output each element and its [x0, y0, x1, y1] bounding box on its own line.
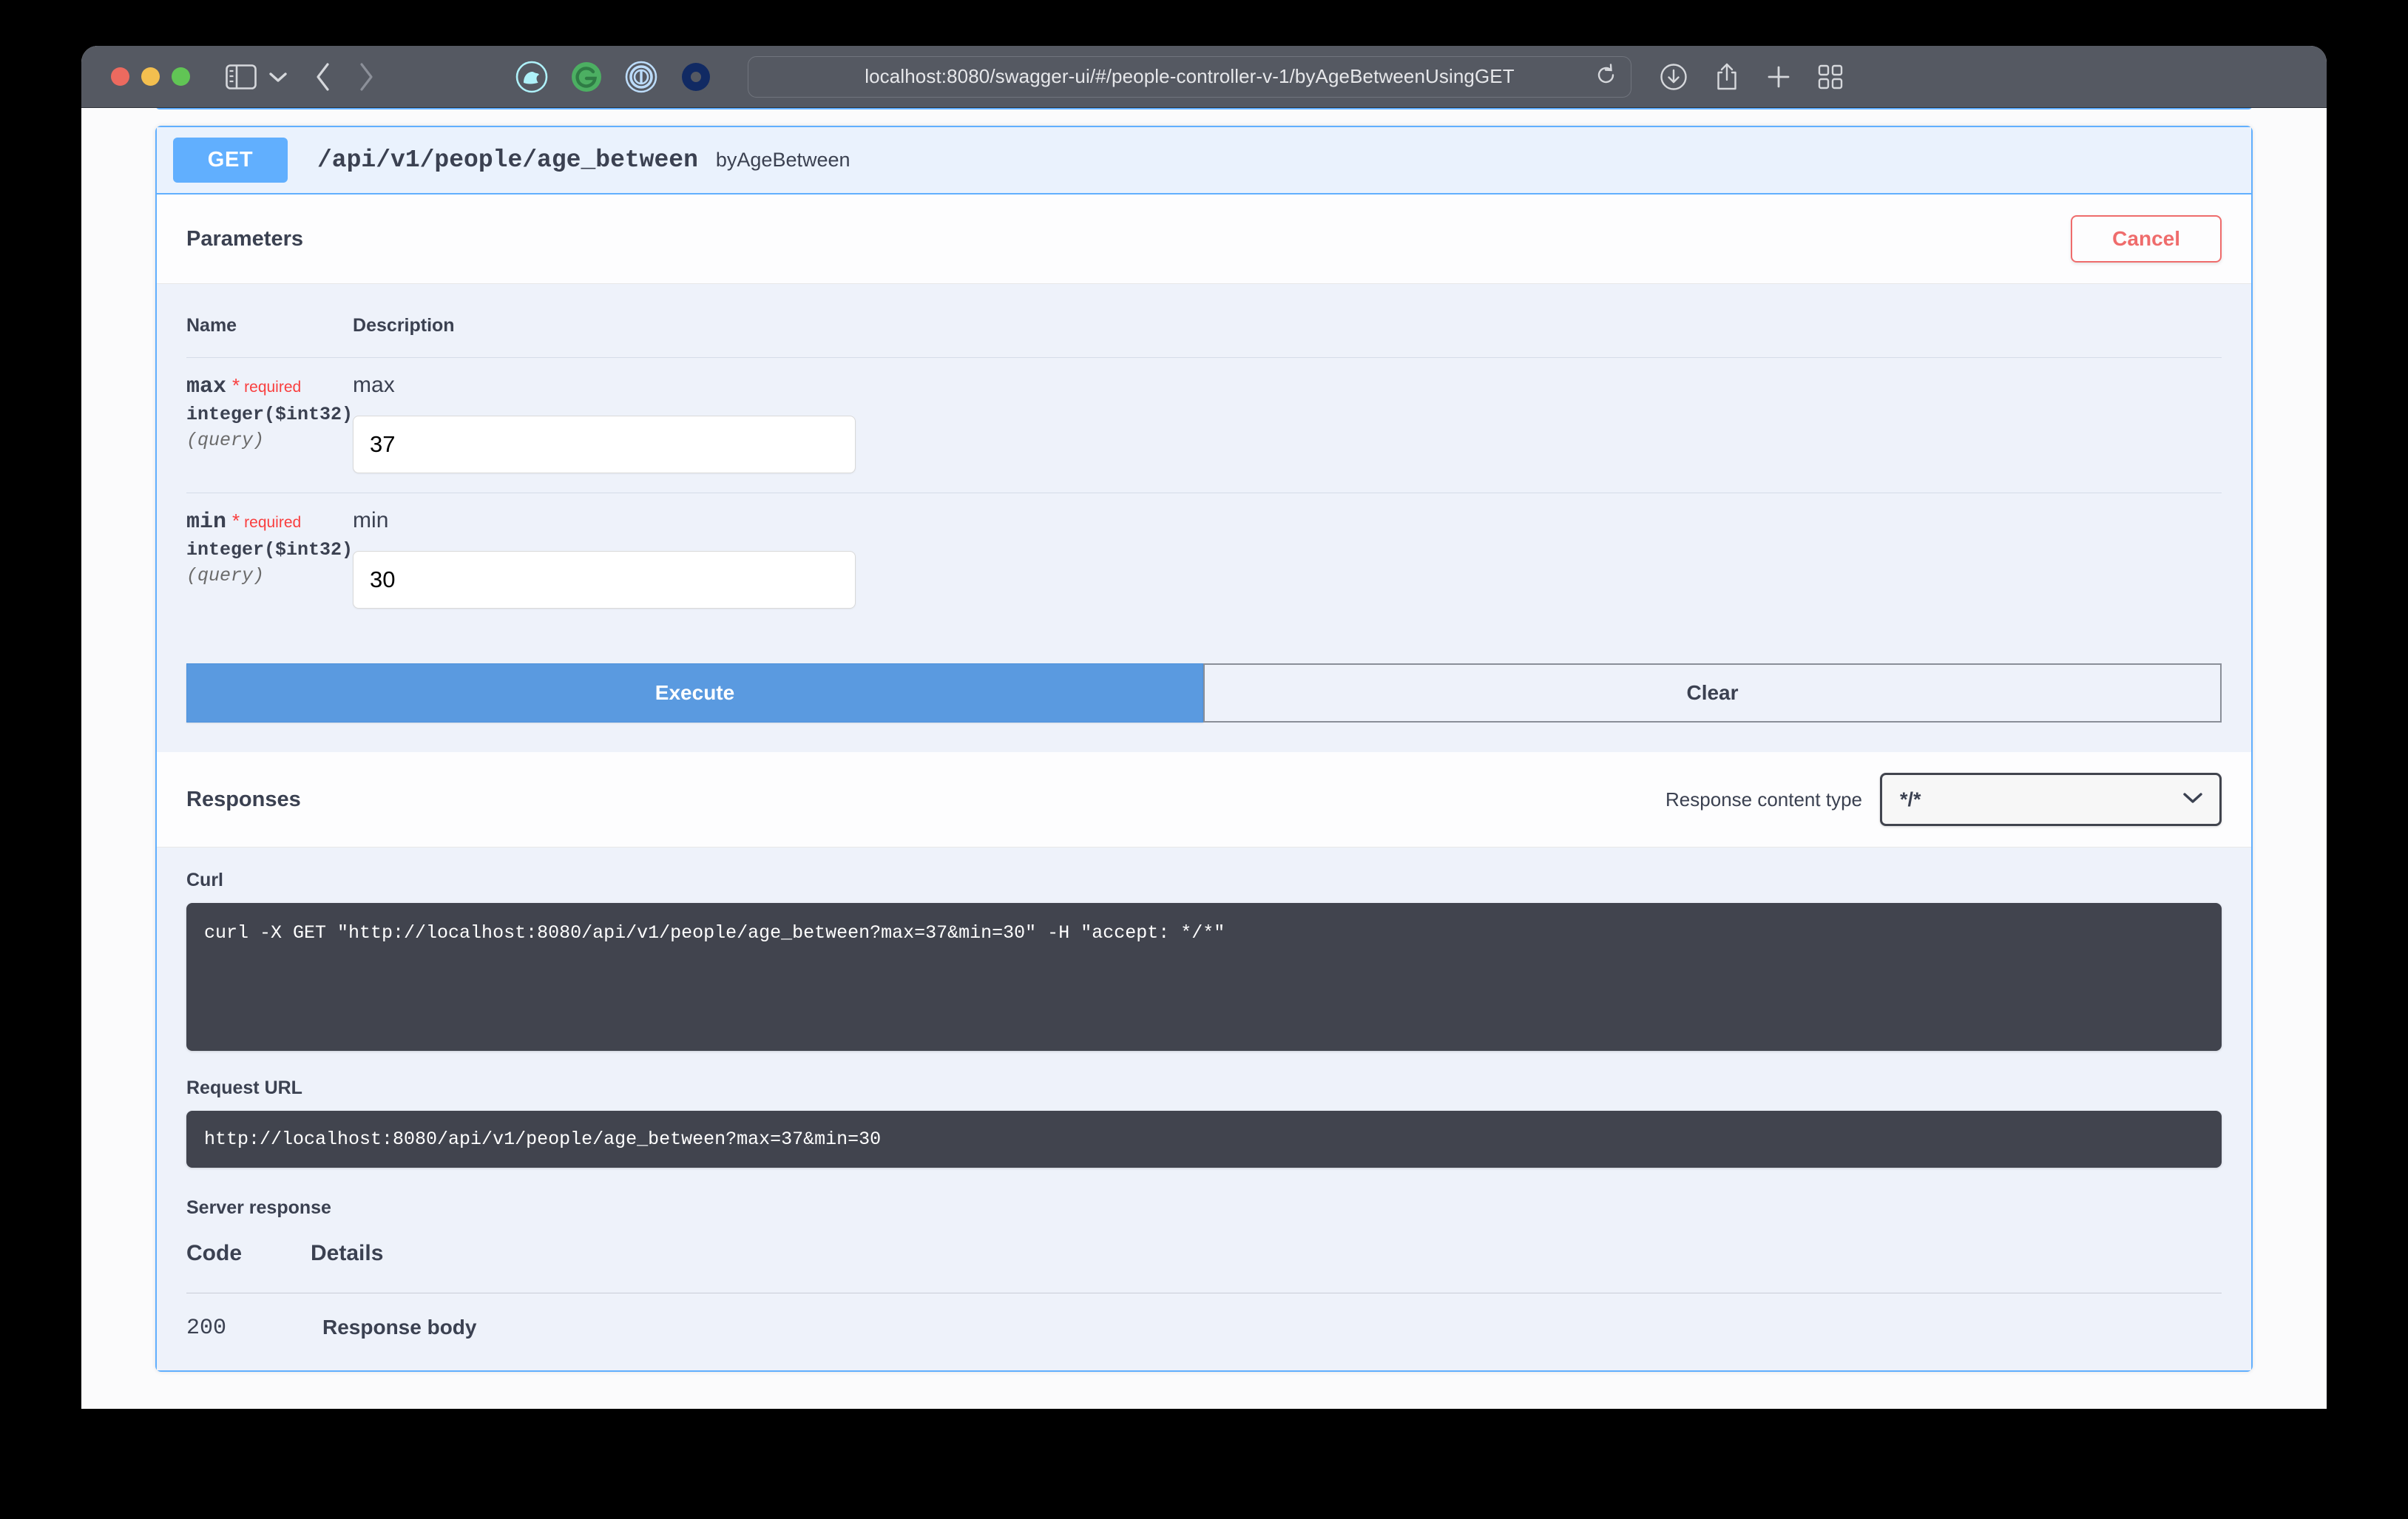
- reload-icon[interactable]: [1595, 63, 1617, 90]
- param-type: integer($int32): [186, 539, 353, 561]
- parameters-header: Parameters Cancel: [157, 194, 2251, 284]
- curl-command-block[interactable]: curl -X GET "http://localhost:8080/api/v…: [186, 903, 2222, 1051]
- operation-path: /api/v1/people/age_between: [317, 146, 698, 174]
- opblock-get-age-between: GET /api/v1/people/age_between byAgeBetw…: [155, 126, 2253, 1372]
- browser-window: localhost:8080/swagger-ui/#/people-contr…: [81, 46, 2327, 1409]
- responses-title: Responses: [186, 788, 301, 812]
- onepassword-extension-icon[interactable]: [625, 61, 657, 93]
- param-name-cell: min *required integer($int32) (query): [186, 493, 353, 629]
- min-input[interactable]: [353, 551, 856, 609]
- share-icon[interactable]: [1714, 62, 1739, 92]
- request-url-label: Request URL: [186, 1077, 2222, 1099]
- parameters-title: Parameters: [186, 227, 303, 251]
- param-value-cell: min: [353, 493, 2222, 629]
- back-arrow-icon[interactable]: [314, 62, 332, 92]
- dark-circle-extension-icon[interactable]: [680, 61, 712, 93]
- maximize-window-button[interactable]: [172, 67, 190, 86]
- column-header-description: Description: [353, 306, 2222, 358]
- minimize-window-button[interactable]: [141, 67, 160, 86]
- param-name: min: [186, 510, 226, 535]
- parameters-table-head: Name Description: [186, 306, 2222, 358]
- address-bar[interactable]: localhost:8080/swagger-ui/#/people-contr…: [748, 56, 1631, 98]
- response-content-type-select[interactable]: */*: [1880, 773, 2222, 826]
- table-row: min *required integer($int32) (query) min: [186, 493, 2222, 629]
- request-url-block[interactable]: http://localhost:8080/api/v1/people/age_…: [186, 1111, 2222, 1168]
- operation-summary: byAgeBetween: [716, 149, 850, 172]
- content-type-control: Response content type */*: [1665, 773, 2222, 826]
- required-star-icon: *: [232, 510, 240, 532]
- responses-header: Responses Response content type */*: [157, 752, 2251, 848]
- param-location: (query): [186, 565, 353, 586]
- param-location: (query): [186, 430, 353, 451]
- sidebar-toggle-icon[interactable]: [226, 64, 257, 89]
- cancel-button[interactable]: Cancel: [2071, 215, 2222, 263]
- chevron-down-icon: [2182, 791, 2203, 808]
- page-viewport: GET /api/v1/people/age_between byAgeBetw…: [81, 108, 2327, 1409]
- execute-clear-row: Execute Clear: [186, 663, 2222, 723]
- clear-button[interactable]: Clear: [1203, 663, 2222, 723]
- responses-body: Curl curl -X GET "http://localhost:8080/…: [157, 848, 2251, 1370]
- param-name-cell: max *required integer($int32) (query): [186, 358, 353, 493]
- response-content-type-value: */*: [1900, 788, 1921, 811]
- table-row: max *required integer($int32) (query) max: [186, 358, 2222, 493]
- close-window-button[interactable]: [111, 67, 129, 86]
- table-row: 200 Response body: [186, 1293, 2222, 1342]
- browser-toolbar: localhost:8080/swagger-ui/#/people-contr…: [81, 46, 2327, 108]
- server-response-label: Server response: [186, 1197, 2222, 1219]
- toolbar-right-icons: [1660, 62, 1843, 92]
- http-method-badge: GET: [173, 138, 288, 183]
- param-description: max: [353, 374, 2222, 396]
- downloads-icon[interactable]: [1660, 63, 1688, 91]
- param-description: min: [353, 510, 2222, 532]
- parameters-table: Name Description max*required integer($i…: [186, 306, 2222, 628]
- window-controls: [111, 67, 190, 86]
- param-name: max: [186, 374, 226, 399]
- required-star-icon: *: [232, 374, 240, 396]
- url-text: localhost:8080/swagger-ui/#/people-contr…: [865, 65, 1514, 88]
- opblock-previous-clipped[interactable]: [155, 108, 2253, 109]
- required-label: required: [244, 379, 301, 396]
- response-details-cell: Response body: [311, 1293, 2222, 1342]
- column-header-name: Name: [186, 306, 353, 358]
- required-label: required: [244, 514, 301, 531]
- content-type-label: Response content type: [1665, 788, 1862, 811]
- response-body-label: Response body: [311, 1316, 2222, 1339]
- responses-table-head: Code Details: [186, 1241, 2222, 1293]
- opblock-summary[interactable]: GET /api/v1/people/age_between byAgeBetw…: [157, 127, 2251, 194]
- max-input[interactable]: [353, 416, 856, 473]
- chevron-down-icon[interactable]: [268, 71, 288, 83]
- tab-overview-icon[interactable]: [1818, 64, 1843, 89]
- forward-arrow-icon[interactable]: [357, 62, 375, 92]
- server-response-table: Code Details 200 Response body: [186, 1241, 2222, 1341]
- column-header-details: Details: [311, 1241, 2222, 1293]
- extension-icons: [515, 61, 712, 93]
- bear-extension-icon[interactable]: [515, 61, 548, 93]
- param-value-cell: max: [353, 358, 2222, 493]
- grammarly-extension-icon[interactable]: [570, 61, 603, 93]
- parameters-body: Name Description max*required integer($i…: [157, 284, 2251, 752]
- plus-icon[interactable]: [1766, 64, 1791, 89]
- response-code: 200: [186, 1293, 311, 1342]
- curl-label: Curl: [186, 870, 2222, 891]
- param-type: integer($int32): [186, 404, 353, 425]
- execute-button[interactable]: Execute: [186, 663, 1203, 723]
- column-header-code: Code: [186, 1241, 311, 1293]
